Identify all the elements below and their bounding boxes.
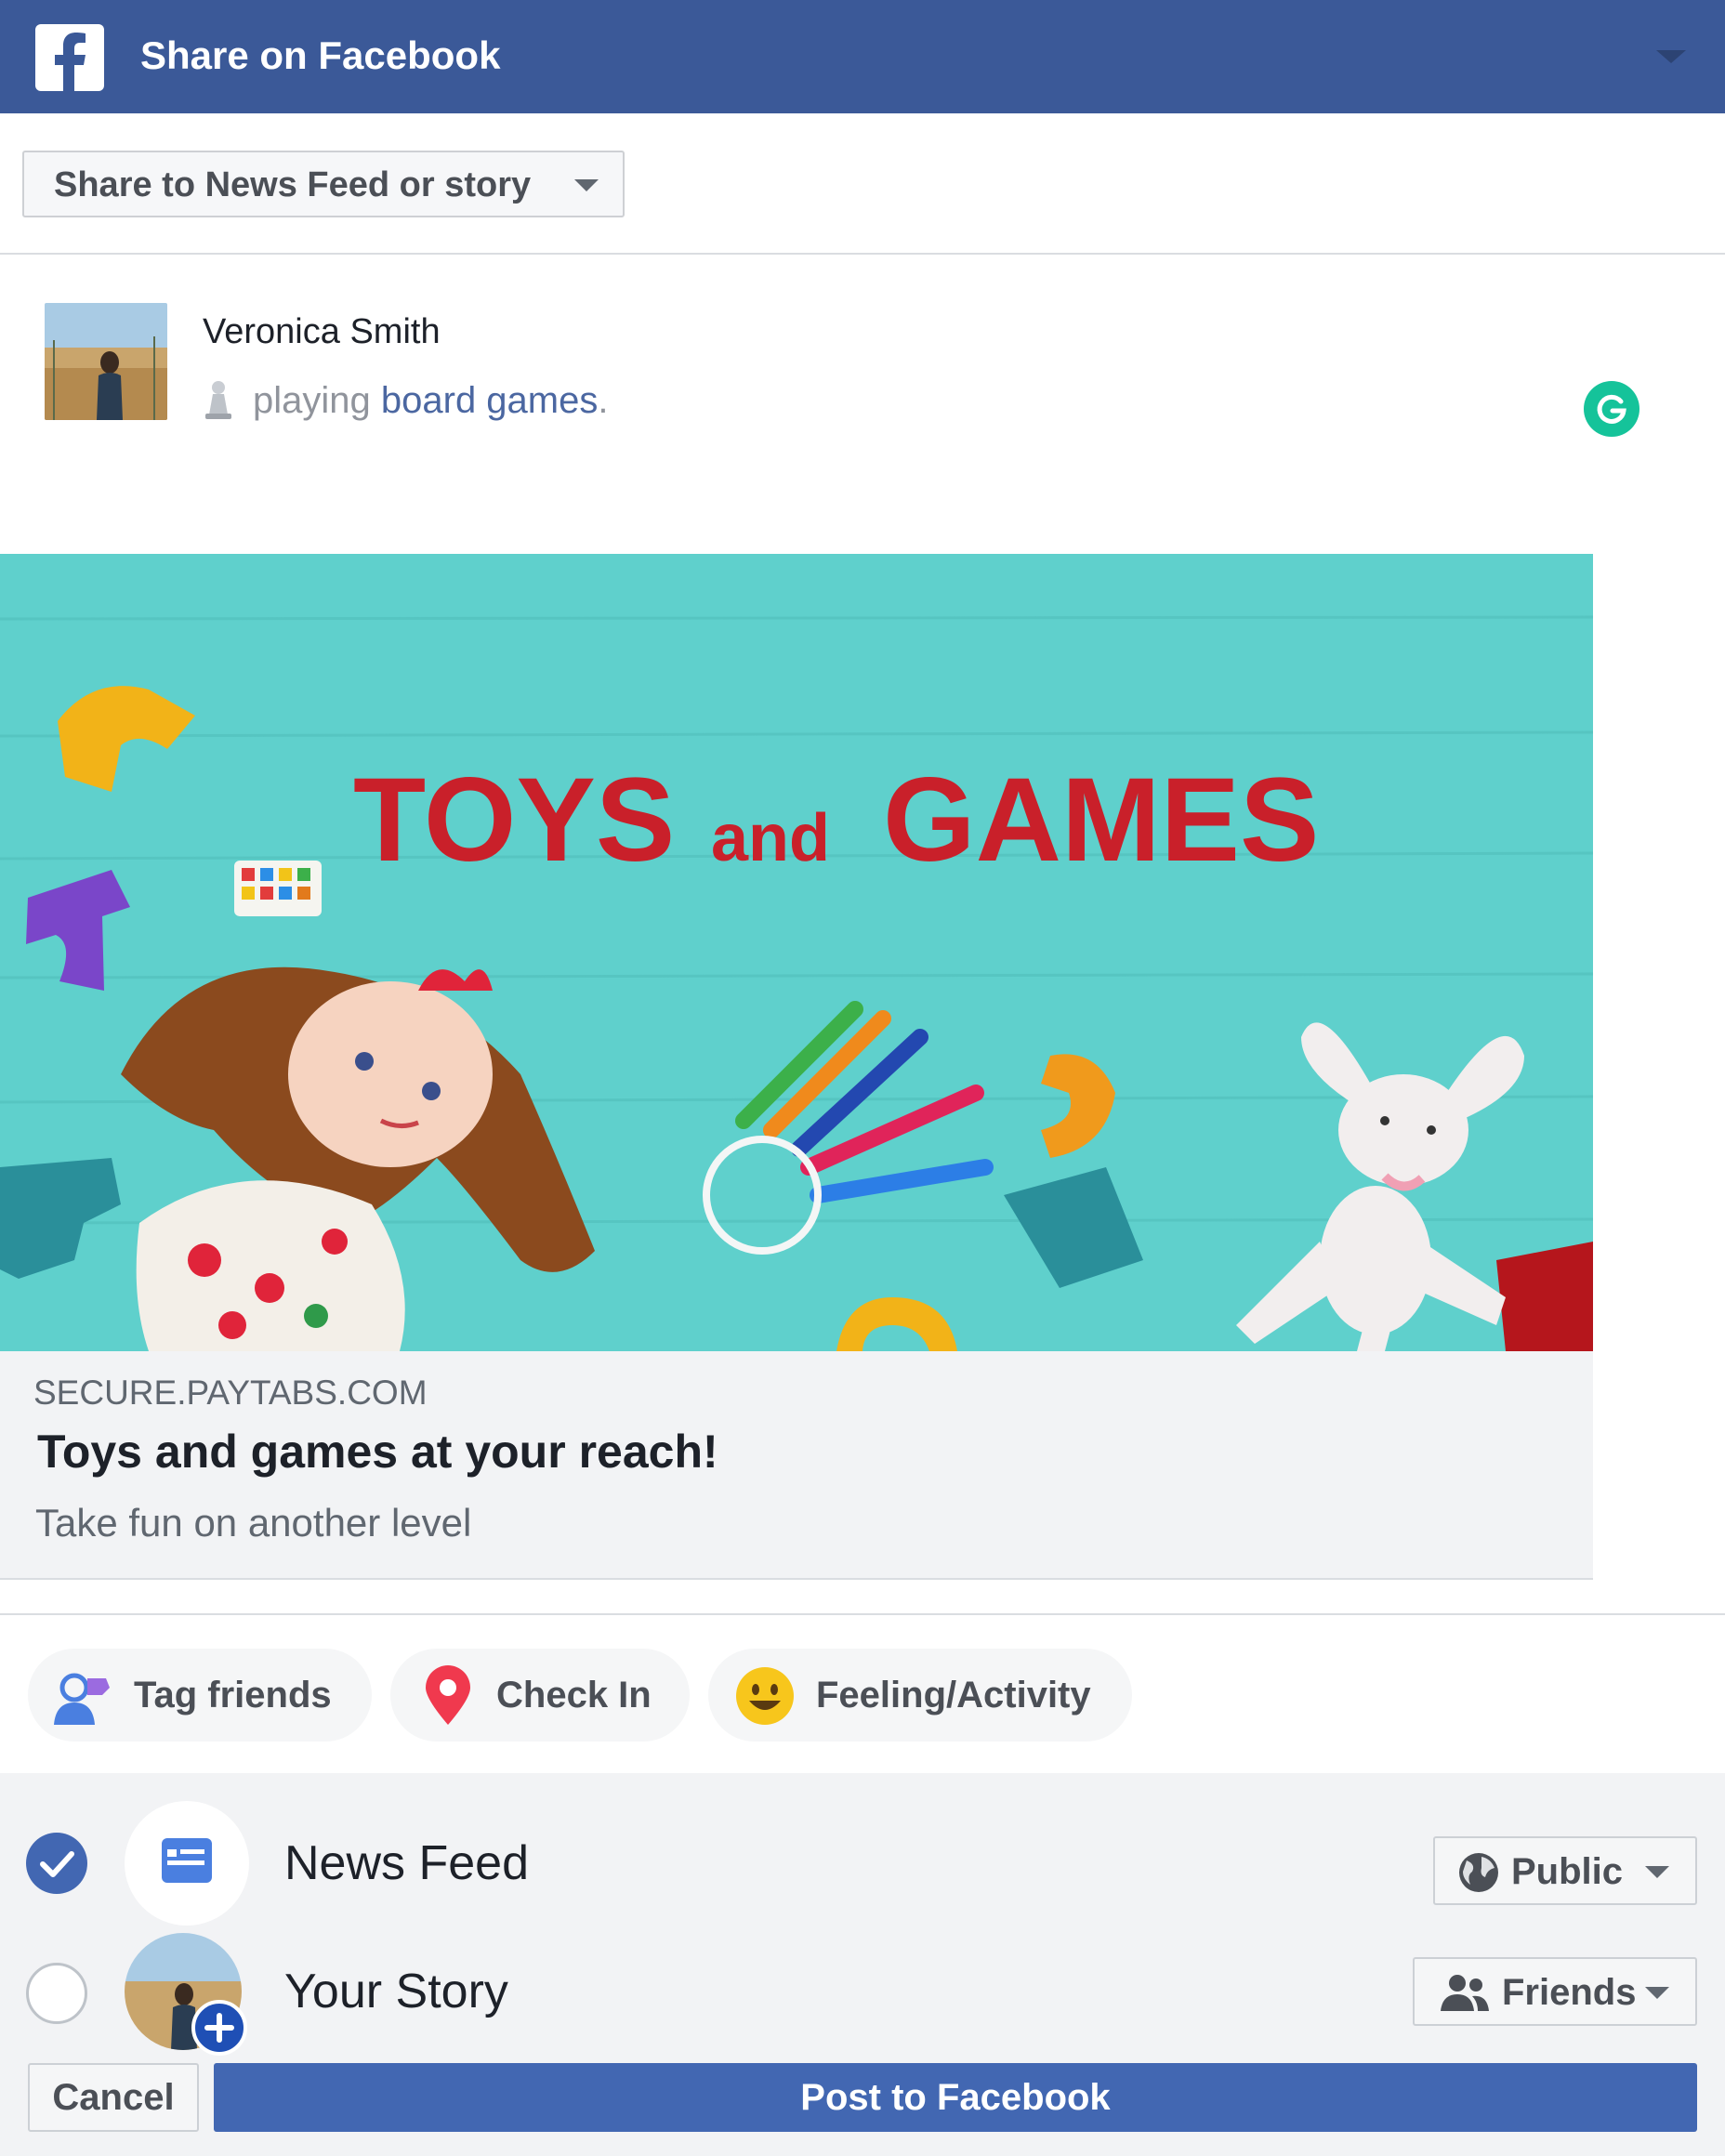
- post-button-label: Post to Facebook: [800, 2077, 1111, 2118]
- cancel-button-label: Cancel: [52, 2077, 175, 2118]
- dialog-header: Share on Facebook: [0, 0, 1725, 113]
- divider: [0, 1613, 1725, 1615]
- collapse-chevron-icon[interactable]: [1656, 50, 1686, 63]
- post-to-facebook-button[interactable]: Post to Facebook: [214, 2063, 1697, 2132]
- share-destination-dropdown[interactable]: Share to News Feed or story: [22, 151, 625, 217]
- grammarly-icon[interactable]: [1584, 381, 1639, 437]
- news-feed-checkbox[interactable]: [26, 1833, 87, 1894]
- your-story-checkbox[interactable]: [26, 1963, 87, 2024]
- tag-friends-label: Tag friends: [134, 1675, 332, 1716]
- board-game-pawn-icon: [203, 379, 234, 425]
- cancel-button[interactable]: Cancel: [28, 2063, 199, 2132]
- divider: [0, 253, 1725, 255]
- facebook-logo-icon: [35, 24, 104, 91]
- smiley-icon: [734, 1665, 796, 1731]
- location-pin-icon: [422, 1665, 474, 1731]
- banner-word-toys: TOYS: [353, 754, 675, 887]
- activity-suffix: .: [598, 380, 609, 421]
- link-preview-image[interactable]: TOYS and GAMES: [0, 554, 1593, 1351]
- tag-friends-button[interactable]: Tag friends: [28, 1649, 372, 1742]
- globe-icon: [1457, 1851, 1500, 1899]
- chevron-down-icon: [574, 179, 599, 191]
- your-story-privacy-dropdown[interactable]: Friends: [1413, 1957, 1697, 2026]
- news-feed-privacy-label: Public: [1511, 1851, 1624, 1892]
- news-feed-privacy-dropdown[interactable]: Public: [1433, 1836, 1697, 1905]
- activity-verb: playing: [253, 380, 371, 421]
- link-domain: SECURE.PAYTABS.COM: [33, 1374, 428, 1412]
- your-story-label: Your Story: [284, 1965, 508, 2018]
- feeling-activity-label: Feeling/Activity: [816, 1675, 1091, 1716]
- banner-word-games: GAMES: [883, 754, 1319, 887]
- news-feed-label: News Feed: [284, 1836, 529, 1890]
- feeling-activity-button[interactable]: Feeling/Activity: [708, 1649, 1132, 1742]
- friends-icon: [1439, 1974, 1491, 2018]
- your-story-privacy-label: Friends: [1502, 1972, 1637, 2013]
- banner-word-and: and: [711, 801, 830, 875]
- check-in-label: Check In: [496, 1675, 652, 1716]
- activity-object[interactable]: board games: [381, 380, 598, 421]
- tag-friends-icon: [50, 1671, 110, 1731]
- dialog-title: Share on Facebook: [140, 33, 501, 77]
- activity-status: playing board games.: [253, 377, 609, 424]
- link-title[interactable]: Toys and games at your reach!: [37, 1422, 718, 1481]
- user-avatar[interactable]: [45, 303, 167, 420]
- user-name[interactable]: Veronica Smith: [203, 310, 441, 353]
- chevron-down-icon: [1645, 1866, 1669, 1878]
- share-destination-label: Share to News Feed or story: [54, 165, 532, 204]
- link-preview-card[interactable]: TOYS and GAMES SECURE.PAYTABS.COM Toys a…: [0, 554, 1593, 1580]
- check-in-button[interactable]: Check In: [390, 1649, 690, 1742]
- add-story-plus-icon[interactable]: [191, 2000, 247, 2056]
- news-feed-icon: [125, 1801, 249, 1926]
- chevron-down-icon: [1645, 1987, 1669, 1999]
- link-description: Take fun on another level: [35, 1501, 472, 1545]
